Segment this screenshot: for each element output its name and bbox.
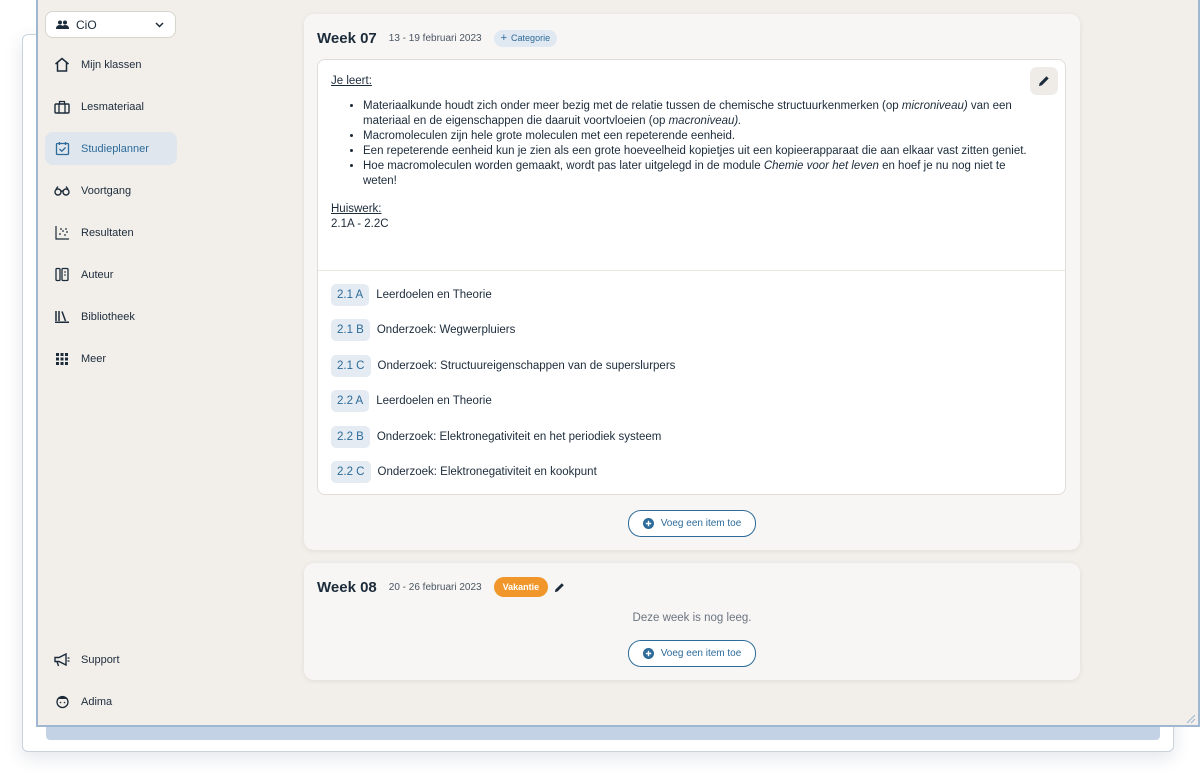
learn-bullet: Hoe macromoleculen worden gemaakt, wordt… <box>363 159 1031 189</box>
grid-icon <box>53 350 71 368</box>
book-author-icon <box>53 266 71 284</box>
add-category-label: Categorie <box>511 33 551 43</box>
app-window: CiO Mijn klassen Lesmateriaal Studieplan… <box>36 0 1200 727</box>
sidebar-item-mijn-klassen[interactable]: Mijn klassen <box>45 48 177 81</box>
pencil-icon <box>1038 75 1050 87</box>
learn-bullet: Een repeterende eenheid kun je zien als … <box>363 144 1031 159</box>
list-item[interactable]: 2.2 C Onderzoek: Elektronegativiteit en … <box>331 461 597 483</box>
org-selector-label: CiO <box>76 17 97 32</box>
library-icon <box>53 308 71 326</box>
sidebar-item-label: Resultaten <box>81 226 134 239</box>
learn-list: Materiaalkunde houdt zich onder meer bez… <box>363 99 1031 189</box>
sidebar-item-label: Auteur <box>81 268 114 281</box>
vacation-badge: Vakantie <box>493 577 549 597</box>
divider <box>318 270 1065 271</box>
org-selector[interactable]: CiO <box>45 11 176 38</box>
week-content-panel: Je leert: Materiaalkunde houdt zich onde… <box>317 59 1066 495</box>
sidebar-item-adima[interactable]: Adima <box>45 685 177 718</box>
week-dates: 13 - 19 februari 2023 <box>388 32 482 44</box>
homework-value: 2.1A - 2.2C <box>331 218 389 230</box>
chevron-down-icon <box>155 21 165 28</box>
people-icon <box>56 20 70 29</box>
add-item-label: Voeg een item toe <box>660 648 742 659</box>
list-item[interactable]: 2.1 C Onderzoek: Structuureigenschappen … <box>331 355 675 377</box>
week-header: Week 07 13 - 19 februari 2023 + Categori… <box>317 28 558 48</box>
glasses-icon <box>53 182 71 200</box>
week-title: Week 07 <box>317 29 377 47</box>
sidebar-item-resultaten[interactable]: Resultaten <box>45 216 177 249</box>
megaphone-icon <box>53 651 71 669</box>
sidebar-item-meer[interactable]: Meer <box>45 342 177 375</box>
calendar-check-icon <box>53 140 71 158</box>
item-title: Leerdoelen en Theorie <box>376 395 492 407</box>
sidebar-item-label: Lesmateriaal <box>81 100 144 113</box>
add-item-button[interactable]: Voeg een item toe <box>628 640 756 667</box>
add-item-label: Voeg een item toe <box>660 518 742 529</box>
learn-bullet: Macromoleculen zijn hele grote moleculen… <box>363 129 1031 144</box>
sidebar-item-label: Bibliotheek <box>81 310 135 323</box>
list-item[interactable]: 2.1 A Leerdoelen en Theorie <box>331 284 492 306</box>
homework-heading: Huiswerk: <box>331 203 382 215</box>
sidebar-item-bibliotheek[interactable]: Bibliotheek <box>45 300 177 333</box>
item-code-badge: 2.2 B <box>331 426 370 448</box>
plus-circle-icon <box>642 518 654 529</box>
pencil-icon[interactable] <box>554 581 566 593</box>
list-item[interactable]: 2.1 B Onderzoek: Wegwerpluiers <box>331 319 515 341</box>
user-avatar-icon <box>53 693 71 711</box>
scatter-icon <box>53 224 71 242</box>
resize-grip-icon[interactable] <box>1184 711 1196 724</box>
sidebar: CiO Mijn klassen Lesmateriaal Studieplan… <box>38 0 188 725</box>
learn-bullet: Materiaalkunde houdt zich onder meer bez… <box>363 99 1031 129</box>
sidebar-item-label: Support <box>81 653 120 666</box>
item-title: Onderzoek: Wegwerpluiers <box>376 324 516 336</box>
list-item[interactable]: 2.2 B Onderzoek: Elektronegativiteit en … <box>331 426 661 448</box>
sidebar-item-voortgang[interactable]: Voortgang <box>45 174 177 207</box>
sidebar-item-support[interactable]: Support <box>45 643 177 676</box>
sidebar-item-label: Voortgang <box>81 184 132 197</box>
week-description: Je leert: Materiaalkunde houdt zich onde… <box>331 74 1031 232</box>
sidebar-item-studieplanner[interactable]: Studieplanner <box>45 132 177 165</box>
empty-week-message: Deze week is nog leeg. <box>632 612 752 624</box>
add-item-button[interactable]: Voeg een item toe <box>628 510 756 537</box>
add-category-button[interactable]: + Categorie <box>493 29 558 47</box>
week-card-07: Week 07 13 - 19 februari 2023 + Categori… <box>304 14 1080 550</box>
item-title: Leerdoelen en Theorie <box>376 289 492 301</box>
plus-icon: + <box>500 32 508 44</box>
item-code-badge: 2.2 C <box>331 461 371 483</box>
item-code-badge: 2.1 C <box>331 355 371 377</box>
week-header: Week 08 20 - 26 februari 2023 Vakantie <box>317 577 566 597</box>
item-code-badge: 2.1 B <box>331 319 370 341</box>
sidebar-item-label: Studieplanner <box>81 142 149 155</box>
briefcase-icon <box>53 98 71 116</box>
sidebar-item-auteur[interactable]: Auteur <box>45 258 177 291</box>
item-code-badge: 2.2 A <box>331 390 370 412</box>
week-card-08: Week 08 20 - 26 februari 2023 Vakantie D… <box>304 563 1080 680</box>
item-title: Onderzoek: Structuureigenschappen van de… <box>377 360 676 372</box>
sidebar-item-label: Mijn klassen <box>81 58 142 71</box>
plus-circle-icon <box>642 648 654 659</box>
item-code-badge: 2.1 A <box>331 284 370 306</box>
home-icon <box>53 56 71 74</box>
sidebar-item-label: Adima <box>81 695 113 708</box>
list-item[interactable]: 2.2 A Leerdoelen en Theorie <box>331 390 492 412</box>
week-dates: 20 - 26 februari 2023 <box>388 581 482 593</box>
item-title: Onderzoek: Elektronegativiteit en het pe… <box>376 431 662 443</box>
sidebar-item-lesmateriaal[interactable]: Lesmateriaal <box>45 90 177 123</box>
item-title: Onderzoek: Elektronegativiteit en kookpu… <box>377 466 597 478</box>
sidebar-item-label: Meer <box>81 352 107 365</box>
learn-heading: Je leert: <box>331 75 372 87</box>
edit-button[interactable] <box>1030 67 1058 95</box>
week-title: Week 08 <box>317 578 377 596</box>
